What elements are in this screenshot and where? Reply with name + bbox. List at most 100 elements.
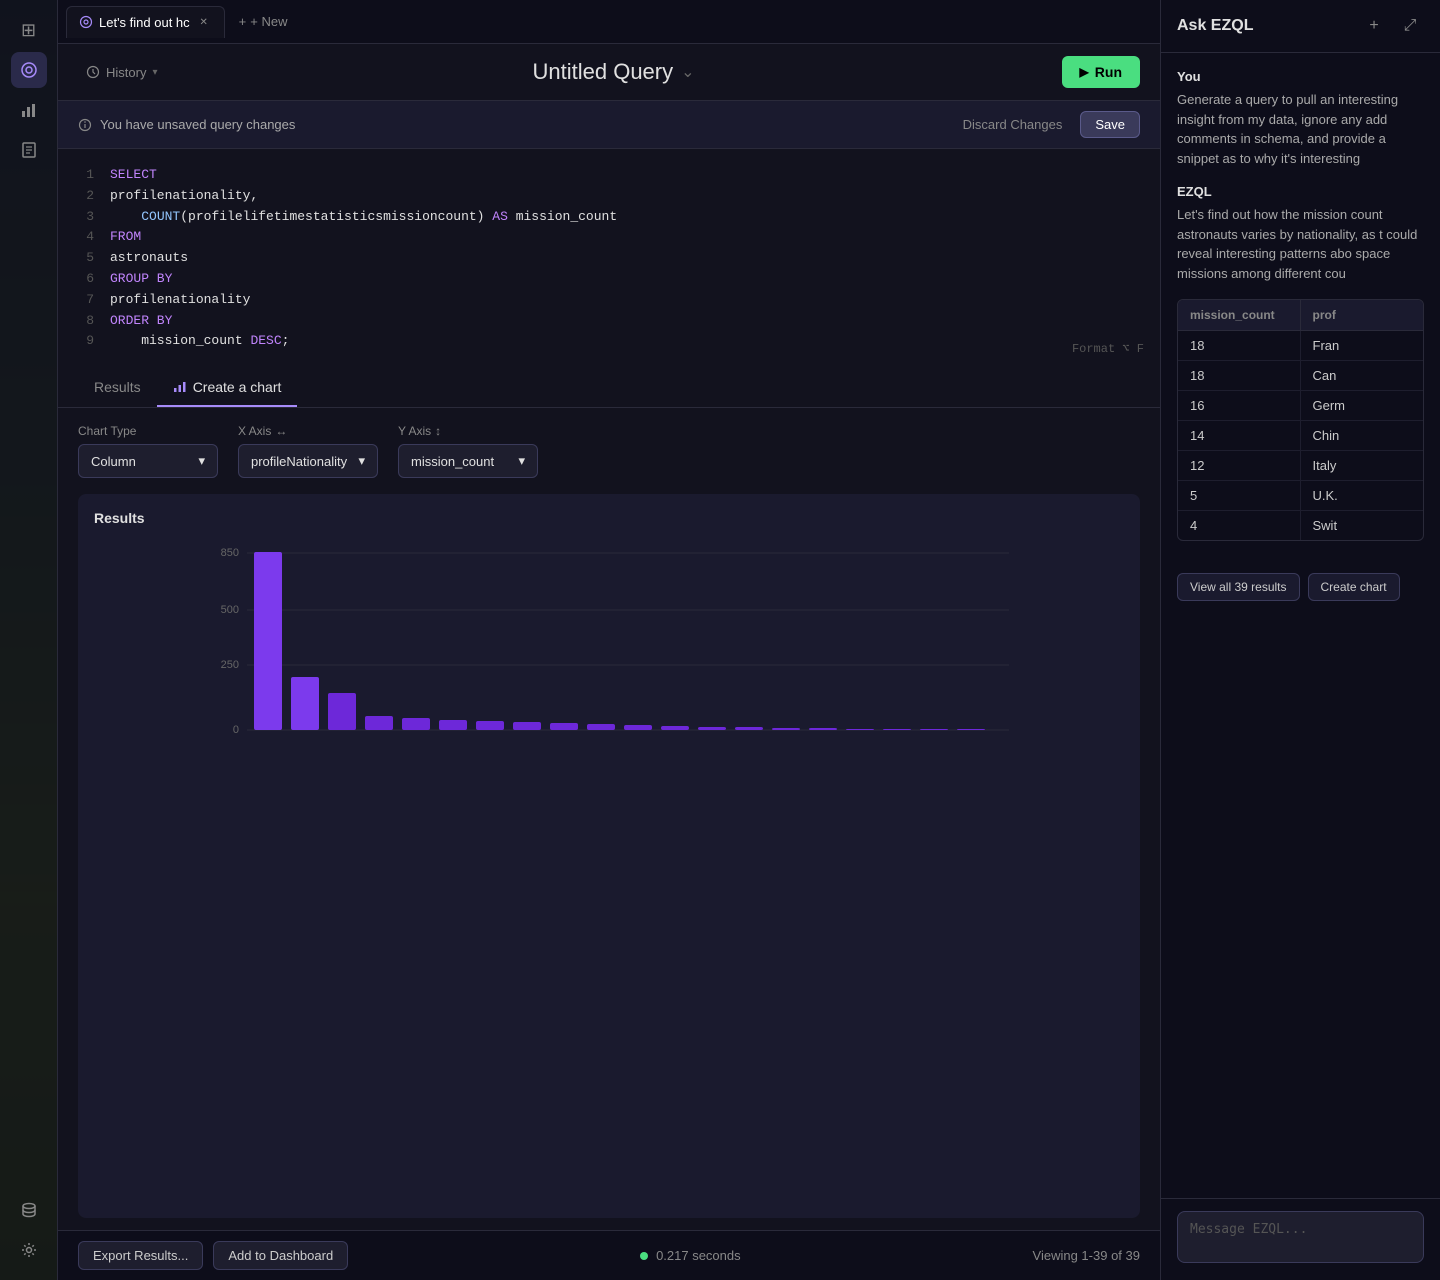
new-tab-button[interactable]: + + New: [229, 7, 298, 37]
sidebar-icon-query[interactable]: [11, 52, 47, 88]
sidebar-icon-chart[interactable]: [11, 92, 47, 128]
panel-add-button[interactable]: +: [1360, 12, 1388, 40]
tab-close-button[interactable]: ✕: [196, 14, 212, 30]
conversation: You Generate a query to pull an interest…: [1161, 53, 1440, 1198]
view-all-button[interactable]: View all 39 results: [1177, 573, 1300, 601]
chart-svg: 850 500 250 0: [94, 538, 1124, 758]
tab-lets-find-out[interactable]: Let's find out hc ✕: [66, 6, 225, 38]
y-axis-value: mission_count: [411, 454, 494, 469]
history-chevron: ▾: [152, 67, 157, 78]
table-row-4: 14 Chin: [1178, 421, 1423, 451]
y-label-850: 850: [221, 547, 239, 559]
history-button[interactable]: History ▾: [78, 61, 165, 84]
cell-prof-2: Can: [1301, 361, 1424, 390]
cell-mc-3: 16: [1178, 391, 1301, 420]
message-input-area: [1161, 1198, 1440, 1280]
x-axis-arrow-icon: ↔: [275, 424, 287, 438]
code-editor[interactable]: 1 SELECT 2 profilenationality, 3 COUNT(p…: [58, 149, 1160, 369]
sidebar: ⊞: [0, 0, 58, 1280]
create-chart-button[interactable]: Create chart: [1308, 573, 1400, 601]
line-num-3: 3: [78, 207, 94, 228]
code-line-2: 2 profilenationality,: [78, 186, 1140, 207]
code-line-8: 8 ORDER BY: [78, 311, 1140, 332]
cell-prof-7: Swit: [1301, 511, 1424, 540]
panel-expand-button[interactable]: ⤢: [1396, 12, 1424, 40]
you-label: You: [1177, 69, 1424, 84]
timing-label: 0.217 seconds: [656, 1248, 741, 1263]
ezql-message: Let's find out how the mission count ast…: [1177, 205, 1424, 283]
code-select: SELECT: [110, 165, 157, 186]
bar-14: [735, 727, 763, 730]
cell-prof-6: U.K.: [1301, 481, 1424, 510]
viewing-info: Viewing 1-39 of 39: [1033, 1248, 1140, 1263]
cell-prof-3: Germ: [1301, 391, 1424, 420]
y-label-500: 500: [221, 604, 239, 616]
chart-type-select[interactable]: Column ▾: [78, 444, 218, 478]
sidebar-icon-grid[interactable]: ⊞: [11, 12, 47, 48]
query-title[interactable]: Untitled Query ⌄: [533, 59, 695, 85]
sidebar-icon-book[interactable]: [11, 132, 47, 168]
cell-mc-2: 18: [1178, 361, 1301, 390]
bar-russia: [291, 677, 319, 730]
code-groupby-field: profilenationality: [110, 290, 250, 311]
y-axis-label: Y Axis ↕: [398, 424, 538, 438]
table-row-1: 18 Fran: [1178, 331, 1423, 361]
x-axis-group: X Axis ↔ profileNationality ▾: [238, 424, 378, 478]
cell-mc-7: 4: [1178, 511, 1301, 540]
cell-prof-1: Fran: [1301, 331, 1424, 360]
table-actions: View all 39 results Create chart: [1177, 565, 1424, 605]
cell-prof-4: Chin: [1301, 421, 1424, 450]
x-axis-chevron: ▾: [358, 453, 365, 469]
tab-results[interactable]: Results: [78, 369, 157, 407]
table-row-7: 4 Swit: [1178, 511, 1423, 540]
code-line-5: 5 astronauts: [78, 248, 1140, 269]
table-row-3: 16 Germ: [1178, 391, 1423, 421]
chart-title: Results: [94, 510, 1124, 526]
bar-19: [920, 729, 948, 730]
discard-button[interactable]: Discard Changes: [955, 113, 1071, 136]
y-label-250: 250: [221, 659, 239, 671]
y-label-0: 0: [233, 724, 239, 736]
unsaved-message: You have unsaved query changes: [100, 117, 295, 132]
bar-17: [846, 729, 874, 730]
bottom-actions: Export Results... Add to Dashboard: [78, 1241, 348, 1270]
bar-11: [624, 725, 652, 730]
x-axis-select[interactable]: profileNationality ▾: [238, 444, 378, 478]
table-row-6: 5 U.K.: [1178, 481, 1423, 511]
bar-usa: [254, 552, 282, 730]
export-button[interactable]: Export Results...: [78, 1241, 203, 1270]
code-profilenationality: profilenationality,: [110, 186, 258, 207]
info-icon: [78, 118, 92, 132]
cell-mc-6: 5: [1178, 481, 1301, 510]
tab-results-label: Results: [94, 379, 141, 395]
code-count: COUNT(profilelifetimestatisticsmissionco…: [110, 207, 617, 228]
sidebar-icon-settings[interactable]: [11, 1232, 47, 1268]
run-button[interactable]: ▶ Run: [1062, 56, 1140, 88]
bar-5: [402, 718, 430, 730]
main-area: Let's find out hc ✕ + + New History ▾ Un…: [58, 0, 1160, 1280]
bar-16: [809, 728, 837, 730]
x-axis-value: profileNationality: [251, 454, 347, 469]
code-astronauts: astronauts: [110, 248, 188, 269]
code-line-4: 4 FROM: [78, 227, 1140, 248]
save-button[interactable]: Save: [1080, 111, 1140, 138]
history-icon: [86, 65, 100, 79]
bar-6: [439, 720, 467, 730]
line-num-5: 5: [78, 248, 94, 269]
y-axis-select[interactable]: mission_count ▾: [398, 444, 538, 478]
bar-3: [328, 693, 356, 730]
result-tabs: Results Create a chart: [58, 369, 1160, 408]
format-hint: Format ⌥ F: [1072, 340, 1144, 359]
tab-create-chart[interactable]: Create a chart: [157, 369, 298, 407]
panel-title: Ask EZQL: [1177, 17, 1253, 35]
history-label: History: [106, 65, 146, 80]
message-input[interactable]: [1177, 1211, 1424, 1263]
line-num-8: 8: [78, 311, 94, 332]
line-num-6: 6: [78, 269, 94, 290]
sidebar-icon-database[interactable]: [11, 1192, 47, 1228]
chart-config: Chart Type Column ▾ X Axis ↔ profileNati…: [58, 408, 1160, 494]
chart-type-chevron: ▾: [198, 453, 205, 469]
line-num-1: 1: [78, 165, 94, 186]
user-turn: You Generate a query to pull an interest…: [1177, 69, 1424, 168]
add-to-dashboard-button[interactable]: Add to Dashboard: [213, 1241, 348, 1270]
